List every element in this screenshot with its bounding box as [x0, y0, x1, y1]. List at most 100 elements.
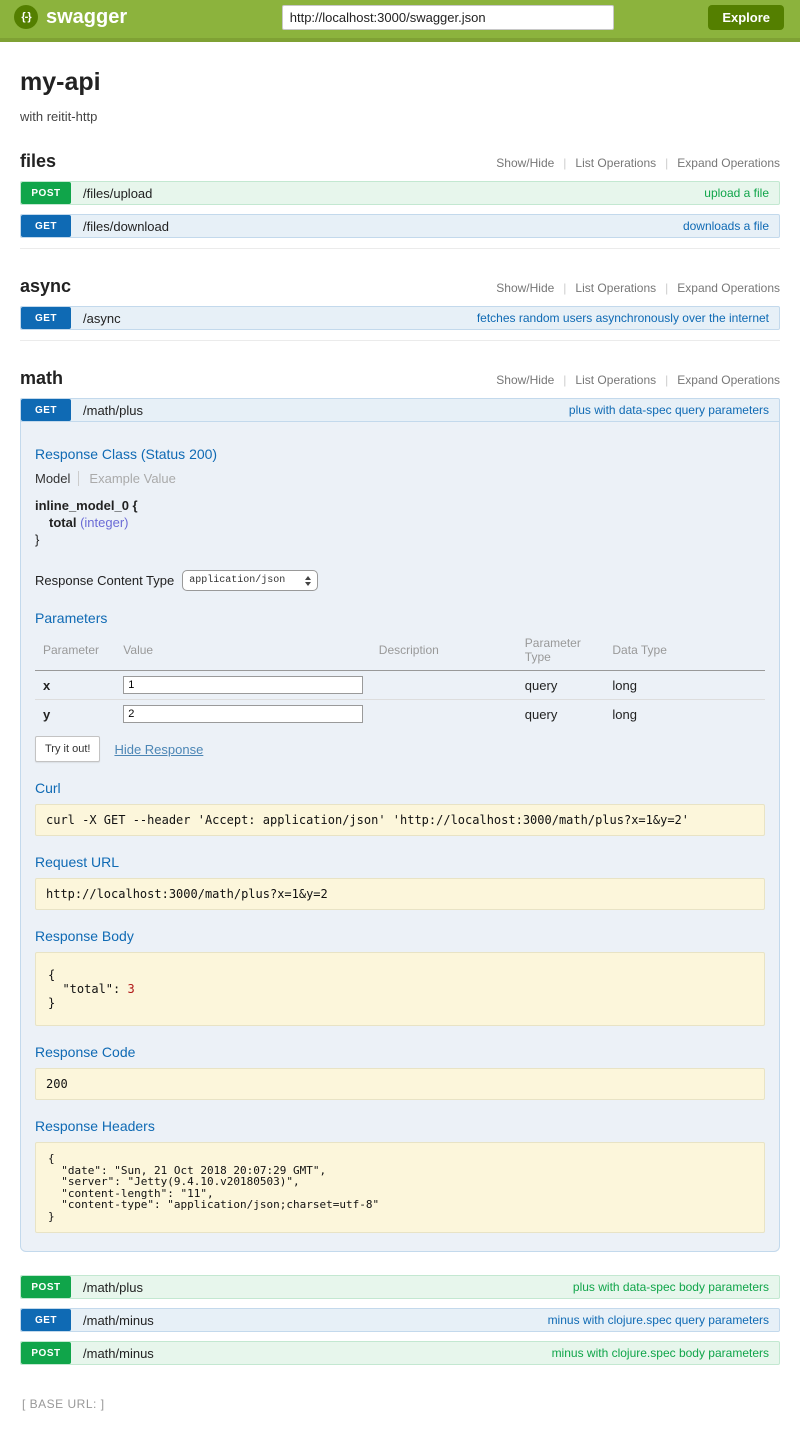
section-files-title[interactable]: files [20, 151, 56, 172]
api-title: my-api [20, 68, 780, 97]
section-async-header: async Show/Hide | List Operations | Expa… [20, 276, 780, 297]
response-code-block: 200 [35, 1068, 765, 1100]
endpoint-summary-link[interactable]: upload a file [704, 186, 769, 200]
explore-button[interactable]: Explore [708, 5, 784, 30]
endpoint-path-link[interactable]: /math/plus [83, 403, 143, 418]
expand-operations-link[interactable]: Expand Operations [677, 373, 780, 387]
tab-model[interactable]: Model [35, 471, 70, 486]
main-content: my-api with reitit-http files Show/Hide … [20, 68, 780, 1375]
response-content-type-label: Response Content Type [35, 573, 174, 588]
col-parameter-type: Parameter Type [517, 634, 605, 671]
spec-url-input[interactable] [282, 5, 614, 30]
show-hide-link[interactable]: Show/Hide [496, 373, 554, 387]
base-url-footer: [ BASE URL: ] [22, 1397, 780, 1431]
tab-separator [78, 471, 79, 486]
expand-operations-link[interactable]: Expand Operations [677, 156, 780, 170]
endpoint-summary-link[interactable]: plus with data-spec query parameters [569, 403, 769, 417]
try-it-out-row: Try it out! Hide Response [35, 736, 765, 762]
link-separator: | [563, 281, 566, 295]
parameters-heading: Parameters [35, 610, 765, 626]
col-value: Value [115, 634, 371, 671]
curl-command-block: curl -X GET --header 'Accept: applicatio… [35, 804, 765, 836]
endpoint-row-get-math-plus[interactable]: GET /math/plus plus with data-spec query… [20, 398, 780, 422]
operation-detail-panel: Response Class (Status 200) Model Exampl… [20, 422, 780, 1252]
method-badge: POST [21, 1276, 71, 1298]
list-operations-link[interactable]: List Operations [575, 156, 656, 170]
swagger-logo[interactable]: {-} swagger [14, 5, 127, 29]
section-async-controls: Show/Hide | List Operations | Expand Ope… [496, 281, 780, 295]
top-header-bar: {-} swagger Explore [0, 0, 800, 42]
hide-response-link[interactable]: Hide Response [114, 742, 203, 757]
param-description [371, 700, 517, 729]
expand-operations-link[interactable]: Expand Operations [677, 281, 780, 295]
show-hide-link[interactable]: Show/Hide [496, 281, 554, 295]
endpoint-row-post-math-minus[interactable]: POST /math/minus minus with clojure.spec… [20, 1341, 780, 1365]
section-math: math Show/Hide | List Operations | Expan… [20, 368, 780, 1375]
param-type: query [517, 671, 605, 700]
list-operations-link[interactable]: List Operations [575, 373, 656, 387]
response-body-block: { "total": 3 } [35, 952, 765, 1026]
parameters-table: Parameter Value Description Parameter Ty… [35, 634, 765, 728]
section-async: async Show/Hide | List Operations | Expa… [20, 276, 780, 341]
section-files-header: files Show/Hide | List Operations | Expa… [20, 151, 780, 172]
endpoint-summary-link[interactable]: fetches random users asynchronously over… [477, 311, 769, 325]
endpoint-row-get-math-minus[interactable]: GET /math/minus minus with clojure.spec … [20, 1308, 780, 1332]
swagger-logo-text: swagger [46, 6, 127, 29]
endpoint-row-get-files-download[interactable]: GET /files/download downloads a file [20, 214, 780, 238]
param-data-type: long [604, 700, 765, 729]
param-name: y [35, 700, 115, 729]
endpoint-summary-link[interactable]: downloads a file [683, 219, 769, 233]
response-content-type-select[interactable]: application/json [182, 570, 318, 591]
link-separator: | [563, 156, 566, 170]
endpoint-row-post-math-plus[interactable]: POST /math/plus plus with data-spec body… [20, 1275, 780, 1299]
method-badge: POST [21, 182, 71, 204]
endpoint-path-link[interactable]: /math/minus [83, 1313, 154, 1328]
request-url-block: http://localhost:3000/math/plus?x=1&y=2 [35, 878, 765, 910]
param-data-type: long [604, 671, 765, 700]
parameter-row-x: x query long [35, 671, 765, 700]
link-separator: | [665, 156, 668, 170]
section-math-header: math Show/Hide | List Operations | Expan… [20, 368, 780, 389]
method-badge: GET [21, 215, 71, 237]
response-code-heading: Response Code [35, 1044, 765, 1060]
endpoint-path-link[interactable]: /async [83, 311, 121, 326]
response-headers-block: { "date": "Sun, 21 Oct 2018 20:07:29 GMT… [35, 1142, 765, 1233]
try-it-out-button[interactable]: Try it out! [35, 736, 100, 762]
section-async-title[interactable]: async [20, 276, 71, 297]
swagger-logo-icon: {-} [14, 5, 38, 29]
param-x-value-input[interactable] [123, 676, 363, 694]
endpoint-path-link[interactable]: /math/plus [83, 1280, 143, 1295]
model-signature-open: inline_model_0 { [35, 497, 765, 514]
response-class-heading: Response Class (Status 200) [35, 446, 765, 462]
method-badge: GET [21, 1309, 71, 1331]
endpoint-row-post-files-upload[interactable]: POST /files/upload upload a file [20, 181, 780, 205]
model-signature: inline_model_0 { total (integer) } [35, 497, 765, 548]
show-hide-link[interactable]: Show/Hide [496, 156, 554, 170]
col-description: Description [371, 634, 517, 671]
endpoint-summary-link[interactable]: plus with data-spec body parameters [573, 1280, 769, 1294]
endpoint-summary-link[interactable]: minus with clojure.spec body parameters [552, 1346, 769, 1360]
model-property: total (integer) [35, 514, 765, 531]
param-y-value-input[interactable] [123, 705, 363, 723]
endpoint-path-link[interactable]: /files/upload [83, 186, 152, 201]
endpoint-summary-link[interactable]: minus with clojure.spec query parameters [548, 1313, 769, 1327]
list-operations-link[interactable]: List Operations [575, 281, 656, 295]
model-signature-close: } [35, 531, 765, 548]
section-math-controls: Show/Hide | List Operations | Expand Ope… [496, 373, 780, 387]
parameter-row-y: y query long [35, 700, 765, 729]
section-files: files Show/Hide | List Operations | Expa… [20, 151, 780, 249]
response-content-type-row: Response Content Type application/json [35, 570, 765, 591]
tab-example-value[interactable]: Example Value [89, 471, 175, 486]
param-description [371, 671, 517, 700]
method-badge: POST [21, 1342, 71, 1364]
endpoint-path-link[interactable]: /math/minus [83, 1346, 154, 1361]
col-parameter: Parameter [35, 634, 115, 671]
request-url-heading: Request URL [35, 854, 765, 870]
select-arrows-icon [305, 576, 311, 586]
endpoint-path-link[interactable]: /files/download [83, 219, 169, 234]
response-headers-heading: Response Headers [35, 1118, 765, 1134]
section-math-title[interactable]: math [20, 368, 63, 389]
endpoint-row-get-async[interactable]: GET /async fetches random users asynchro… [20, 306, 780, 330]
param-name: x [35, 671, 115, 700]
json-number-value: 3 [127, 982, 134, 996]
